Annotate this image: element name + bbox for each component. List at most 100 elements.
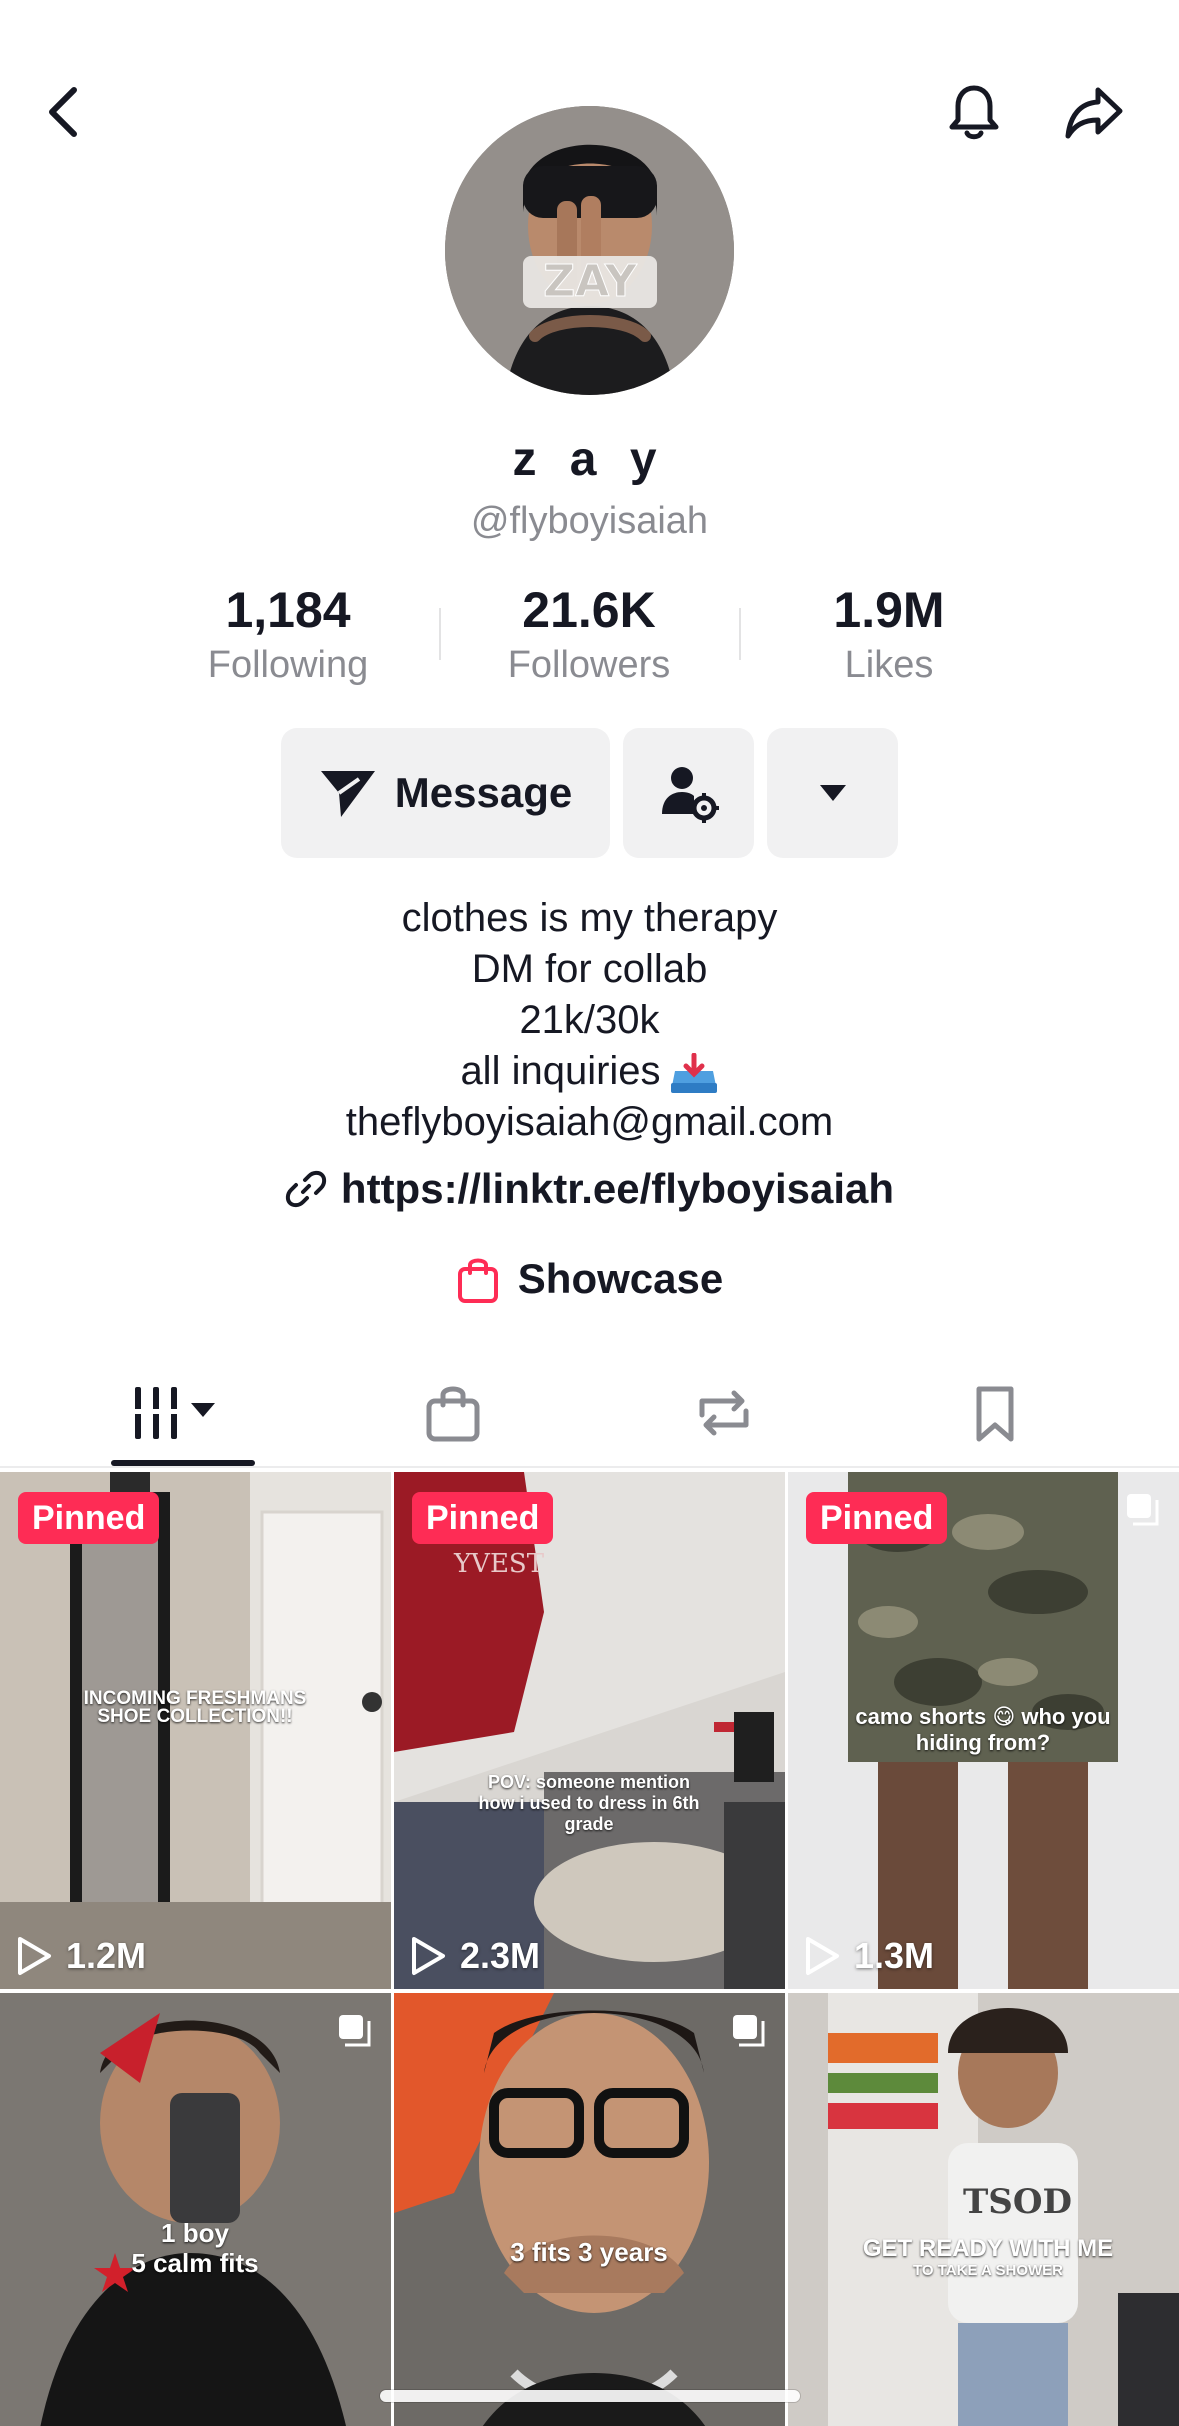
pinned-badge: Pinned (412, 1492, 554, 1544)
profile-link[interactable]: https://linktr.ee/flyboyisaiah (0, 1165, 1179, 1213)
username-handle: @flyboyisaiah (470, 500, 709, 542)
caption-line: hiding from? (915, 1730, 1051, 1755)
play-icon (412, 1937, 445, 1975)
message-label: Message (394, 769, 573, 816)
showcase-link[interactable]: Showcase (0, 1255, 1179, 1303)
view-count-value: 1.2M (66, 1935, 147, 1976)
tab-reposts[interactable] (579, 1360, 869, 1466)
svg-text:ZAY: ZAY (543, 256, 638, 307)
video-tile[interactable]: 3 fits 3 years (394, 1993, 785, 2426)
video-grid: INCOMING FRESHMANS SHOE COLLECTION!! Pin… (0, 1472, 1179, 2426)
video-tile[interactable]: OSEUDO 1 boy 5 calm fits (0, 1993, 391, 2426)
bio-line: all inquiries (460, 1049, 661, 1093)
stat-divider (739, 608, 741, 660)
pinned-badge: Pinned (18, 1492, 160, 1544)
notifications-button[interactable] (932, 70, 1016, 154)
bio-line: 21k/30k (519, 998, 660, 1042)
video-caption: INCOMING FRESHMANS SHOE COLLECTION!! (83, 1688, 307, 1727)
video-thumbnail: YVEST (394, 1472, 785, 1989)
following-count: 1,184 (225, 582, 351, 638)
profile-actions: Message (0, 728, 1179, 858)
user-settings-icon (661, 767, 719, 823)
video-tile[interactable]: TSOD GET READY WITH ME TO TAKE A SHOWER (788, 1993, 1179, 2426)
grid-gutter (0, 1989, 1179, 1993)
followers-count: 21.6K (522, 582, 656, 638)
following-label: Following (207, 644, 369, 686)
caption-line: 1 boy (161, 2218, 229, 2248)
link-url: https://linktr.ee/flyboyisaiah (340, 1165, 895, 1212)
pinned-badge: Pinned (806, 1492, 948, 1544)
likes-stat[interactable]: 1.9M Likes (759, 580, 1019, 687)
video-tile[interactable]: INCOMING FRESHMANS SHOE COLLECTION!! Pin… (0, 1472, 391, 1989)
bell-icon (949, 85, 999, 140)
likes-label: Likes (844, 644, 934, 686)
caption-line: TO TAKE A SHOWER (913, 2262, 1063, 2279)
video-caption: 1 boy 5 calm fits (110, 2218, 280, 2278)
play-icon (806, 1937, 839, 1975)
video-caption: POV: someone mention how i used to dress… (434, 1772, 744, 1835)
followers-label: Followers (507, 644, 671, 686)
caption-line: GET READY WITH ME (862, 2235, 1114, 2262)
inbox-tray-icon (669, 1052, 719, 1094)
bio-line: DM for collab (471, 947, 708, 991)
video-tile[interactable]: camo shorts 😋 who you hiding from? Pinne… (788, 1472, 1179, 1989)
video-thumbnail (394, 1993, 785, 2426)
shopping-bag-icon (426, 1386, 480, 1442)
profile-bio: clothes is my therapy DM for collab 21k/… (0, 893, 1179, 1148)
caret-down-icon (819, 785, 846, 801)
shopping-bag-icon (457, 1258, 498, 1303)
followers-stat[interactable]: 21.6K Followers (459, 580, 719, 687)
grid-gutter (785, 1472, 788, 2426)
likes-count: 1.9M (833, 582, 945, 638)
multi-clip-icon (1127, 1494, 1159, 1526)
video-caption: GET READY WITH ME TO TAKE A SHOWER (828, 2236, 1148, 2280)
caption-line: how i used to dress in 6th (478, 1793, 700, 1813)
view-count-value: 1.3M (854, 1935, 935, 1976)
bio-email: theflyboyisaiah@gmail.com (345, 1100, 834, 1144)
video-caption: 3 fits 3 years (510, 2237, 668, 2267)
view-count: 1.2M (16, 1935, 146, 1977)
share-arrow-icon (1065, 87, 1123, 139)
send-icon (320, 771, 375, 817)
following-stat[interactable]: 1,184 Following (158, 580, 418, 687)
avatar[interactable]: ZAY (445, 106, 734, 395)
caption-line: camo shorts 😋 who you (855, 1704, 1111, 1729)
caption-line: POV: someone mention (487, 1772, 691, 1792)
bio-line: clothes is my therapy (401, 896, 778, 940)
play-icon (18, 1937, 51, 1975)
caption-line: grade (564, 1814, 614, 1834)
stat-divider (439, 608, 441, 660)
video-caption: camo shorts 😋 who you hiding from? (848, 1704, 1118, 1756)
view-count: 1.3M (804, 1935, 934, 1977)
follow-settings-button[interactable] (623, 728, 754, 858)
repost-icon (699, 1390, 749, 1436)
content-tabs (0, 1360, 1179, 1468)
tab-shop[interactable] (308, 1360, 598, 1466)
display-name: z a y (512, 433, 667, 486)
multi-clip-icon (339, 2015, 371, 2047)
caption-line: 5 calm fits (131, 2248, 259, 2278)
multi-clip-icon (733, 2015, 765, 2047)
svg-text:TSOD: TSOD (963, 2182, 1072, 2222)
message-button[interactable]: Message (281, 728, 610, 858)
chevron-left-icon (49, 87, 77, 137)
view-count-value: 2.3M (460, 1935, 541, 1976)
grid-gutter (391, 1472, 394, 2426)
tab-saved[interactable] (850, 1360, 1140, 1466)
more-options-button[interactable] (767, 728, 898, 858)
svg-text:YVEST: YVEST (453, 1549, 545, 1579)
avatar-photo: ZAY (445, 106, 734, 395)
video-thumbnail: TSOD (788, 1993, 1179, 2426)
view-count: 2.3M (410, 1935, 540, 1977)
bio-line-with-emoji: all inquiries (0, 1046, 1179, 1097)
profile-stats: 1,184 Following 21.6K Followers 1.9M Lik… (0, 580, 1179, 690)
back-button[interactable] (24, 70, 108, 154)
tab-videos[interactable] (36, 1360, 326, 1466)
videos-grid-icon (135, 1387, 215, 1439)
share-button[interactable] (1052, 70, 1136, 154)
active-tab-indicator (111, 1460, 255, 1466)
video-tile[interactable]: YVEST POV: someone mention how i used to… (394, 1472, 785, 1989)
bookmark-icon (976, 1386, 1014, 1442)
home-indicator[interactable] (380, 2390, 800, 2402)
video-thumbnail: OSEUDO (0, 1993, 391, 2426)
